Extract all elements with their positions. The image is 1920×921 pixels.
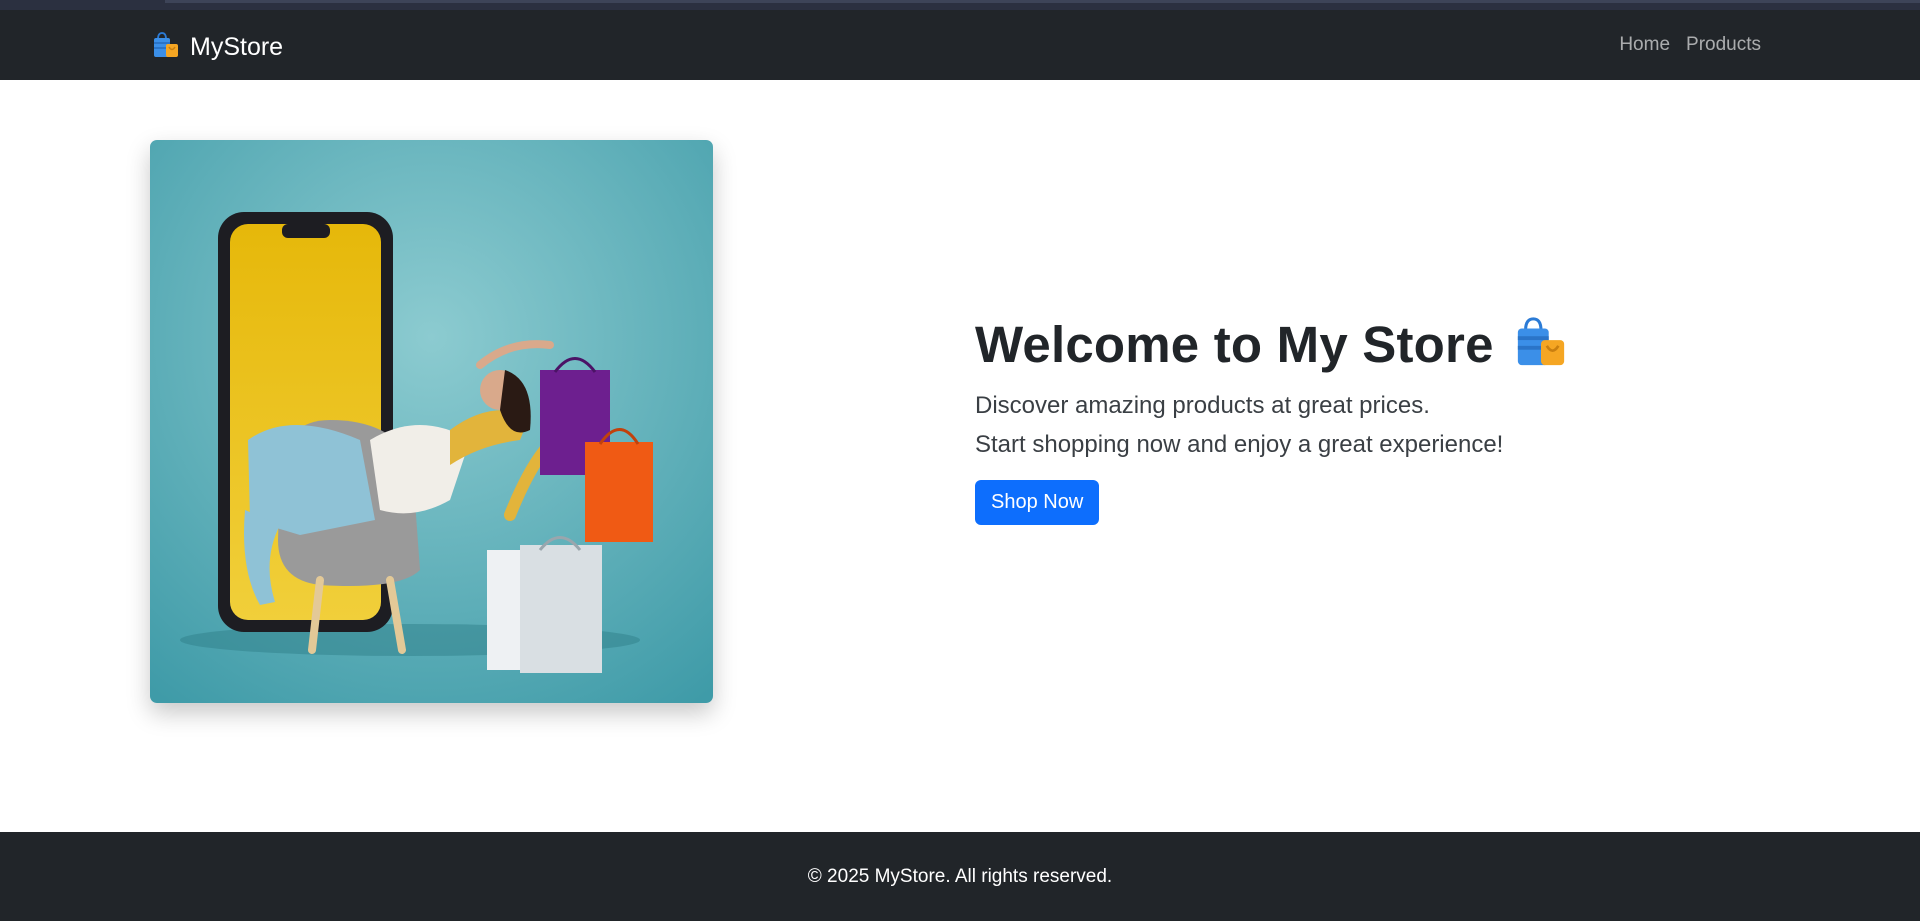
shop-now-button[interactable]: Shop Now bbox=[975, 480, 1100, 525]
hero-line-2: Start shopping now and enjoy a great exp… bbox=[975, 431, 1504, 458]
shopping-bags-icon bbox=[152, 31, 180, 64]
hero-content: Welcome to My Store Discover amazing pro… bbox=[975, 315, 1675, 525]
hero-image bbox=[150, 140, 713, 703]
hero-line-1: Discover amazing products at great price… bbox=[975, 392, 1430, 419]
nav-links: Home Products bbox=[1619, 34, 1761, 56]
hero-title: Welcome to My Store bbox=[975, 316, 1494, 373]
navbar: MyStore Home Products bbox=[0, 10, 1920, 80]
nav-link-home[interactable]: Home bbox=[1619, 34, 1670, 56]
shopping-bags-icon bbox=[1514, 315, 1568, 374]
nav-link-products[interactable]: Products bbox=[1686, 34, 1761, 56]
brand-link[interactable]: MyStore bbox=[152, 31, 284, 64]
footer-copyright: © 2025 MyStore. All rights reserved. bbox=[807, 865, 1113, 887]
footer: © 2025 MyStore. All rights reserved. bbox=[0, 832, 1920, 921]
hero-title-row: Welcome to My Store bbox=[975, 315, 1675, 374]
brand-name: MyStore bbox=[190, 32, 284, 61]
hero-subtitle: Discover amazing products at great price… bbox=[975, 386, 1675, 464]
browser-top-strip bbox=[0, 0, 1920, 10]
browser-tab-strip bbox=[165, 0, 1920, 3]
